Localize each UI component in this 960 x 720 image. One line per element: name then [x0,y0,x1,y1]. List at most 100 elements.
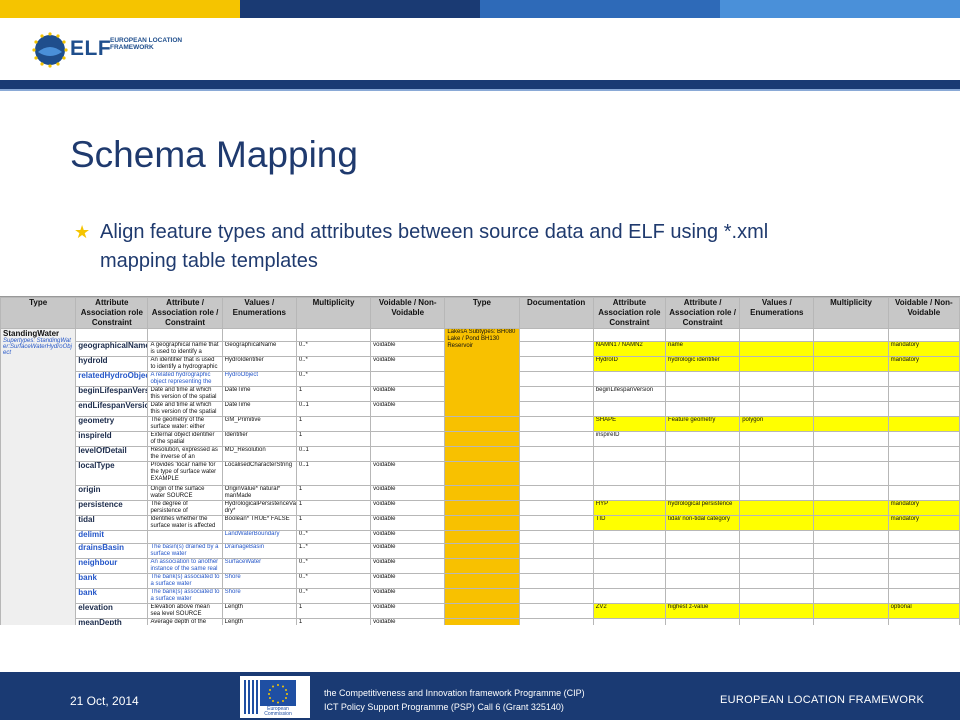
attribute-name-cell: neighbour [75,558,149,574]
column-header: Values / Enumerations [739,297,815,329]
mult-cell: 1 [295,500,372,516]
definition-cell: An identifier that is used to identify a… [147,356,223,372]
value-cell: OriginValue* natural* manMade [221,485,297,501]
value-cell: HydroIdentifier [221,356,297,372]
footer-organisation: EUROPEAN LOCATION FRAMEWORK [720,694,925,706]
top-bar-lightblue [720,0,960,18]
sval-cell [739,603,815,619]
value-cell: DateTime [221,386,297,402]
sval-cell: polygon [739,416,815,432]
attribute-name-cell: beginLifespanVersi [75,386,149,402]
attribute-name-cell: hydroId [75,356,149,372]
sval-cell [739,558,815,574]
target-type-cell [444,515,520,531]
svoid-cell [887,618,960,625]
documentation-cell [518,530,594,544]
target-type-cell [444,543,520,559]
documentation-cell [518,573,594,589]
src-cell [592,446,666,462]
table-row: tidal Identifies whether the surface wate… [1,515,960,531]
logo-tagline: EUROPEAN LOCATION FRAMEWORK [110,37,183,51]
programme-line-1: the Competitiveness and Innovation frame… [324,688,585,698]
sdef-cell [664,431,741,447]
sval-cell [739,485,815,501]
documentation-cell [518,588,594,604]
top-bar-blue [480,0,720,18]
table-cell [147,328,223,342]
value-cell: Identifier [221,431,297,447]
src-cell [592,543,666,559]
sval-cell [739,386,815,402]
sval-cell [739,500,815,516]
ec-caption: European Commission [264,706,292,717]
attribute-name-cell: geometry [75,416,149,432]
svoid-cell [887,558,960,574]
value-cell: Length [221,603,297,619]
header-rule-light [0,89,960,91]
definition-cell: Elevation above mean sea level SOURCE [147,603,223,619]
src-cell [592,371,666,387]
documentation-cell [518,341,594,357]
src-cell [592,588,666,604]
attribute-name-cell: elevation [75,603,149,619]
mult-cell: 0..* [295,588,372,604]
void-cell: voidable [370,530,446,544]
attribute-name-cell: endLifespanVersio [75,401,149,417]
void-cell: voidable [370,500,446,516]
src-cell [592,558,666,574]
eu-stars-globe-icon [32,32,68,68]
svoid-cell [887,401,960,417]
table-row: StandingWater Supertypes: StandingWater:S… [0,328,960,625]
column-header: Voidable / Non-Voidable [887,297,960,329]
smult-cell [813,431,889,447]
void-cell: voidable [370,485,446,501]
eu-flag [260,680,296,706]
attribute-name-cell: localType [75,461,149,486]
value-cell: DrainageBasin [221,543,297,559]
void-cell: voidable [370,618,446,625]
target-type-cell [444,416,520,432]
src-cell [592,530,666,544]
column-header: Attribute Association role Constraint [75,297,149,329]
smult-cell [813,618,889,625]
svoid-cell [887,446,960,462]
src-cell [592,573,666,589]
sval-cell [739,401,815,417]
target-type-cell [444,461,520,486]
sval-cell [739,530,815,544]
value-cell: Boolean* TRUE* FALSE [221,515,297,531]
src-cell [592,618,666,625]
sval-cell [739,543,815,559]
void-cell: voidable [370,356,446,372]
src-cell: HYP [592,500,666,516]
value-cell: HydroObject [221,371,297,387]
svoid-cell: mandatory [887,500,960,516]
sdef-cell [664,543,741,559]
svoid-cell [887,573,960,589]
smult-cell [813,603,889,619]
definition-cell [147,530,223,544]
svoid-cell [887,588,960,604]
src-cell [592,401,666,417]
column-header: Type [444,297,520,329]
smult-cell [813,530,889,544]
value-cell: DateTime [221,401,297,417]
type-supertypes: Supertypes: StandingWater:SurfaceWaterHy… [3,338,72,356]
column-header: Attribute Association role Constraint [592,297,666,329]
mult-cell: 1 [295,485,372,501]
target-type-cell [444,588,520,604]
definition-cell: An association to another instance of th… [147,558,223,574]
table-cell [592,328,666,342]
documentation-cell [518,603,594,619]
smult-cell [813,401,889,417]
european-commission-logo-icon: European Commission [240,676,310,718]
value-cell: LandWaterBoundary [221,530,297,544]
definition-cell: Identifies whether the surface water is … [147,515,223,531]
column-header: Type [0,297,77,329]
column-header: Multiplicity [295,297,372,329]
attribute-name-cell: drainsBasin [75,543,149,559]
top-bar-navy [240,0,480,18]
column-header: Voidable / Non-Voidable [370,297,446,329]
table-row: persistence The degree of persistence of H… [1,500,960,516]
logo-word: ELF [70,37,112,60]
